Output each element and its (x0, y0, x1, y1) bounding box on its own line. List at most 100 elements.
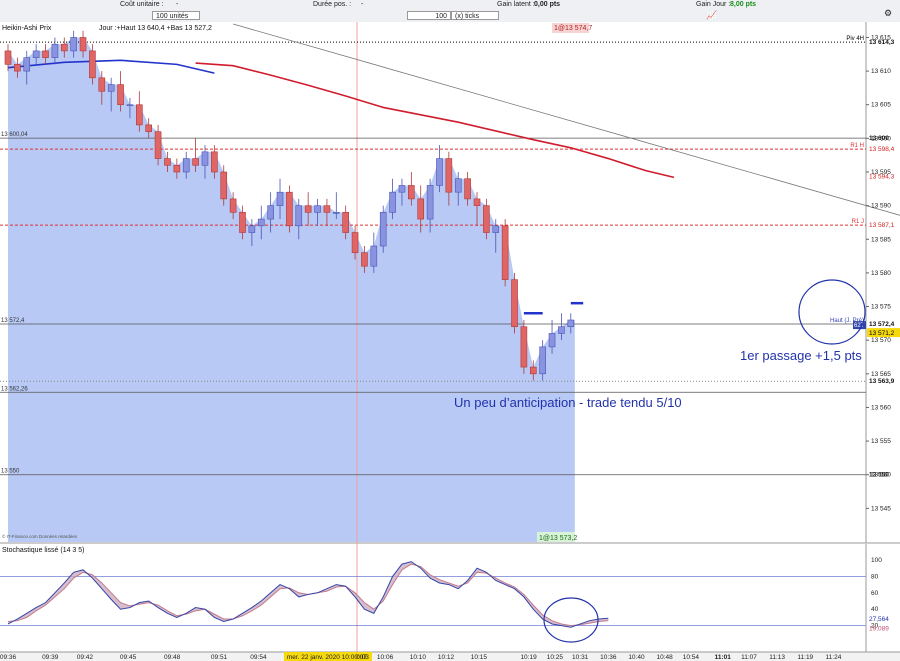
x-tick-label-4: 09:48 (164, 654, 181, 661)
candle-body-20 (192, 158, 199, 166)
level-left-label-5: 13 572,4 (1, 318, 25, 324)
candle-body-57 (539, 346, 546, 375)
stoch-tick-3: 40 (871, 606, 879, 613)
candle-body-26 (248, 225, 256, 233)
candle-body-30 (286, 191, 293, 227)
candle-body-28 (267, 205, 274, 220)
stochastic-title: Stochastique lissé (14 3 5) (2, 547, 85, 554)
candle-body-25 (239, 212, 246, 233)
x-tick-label-12: 10:15 (471, 654, 488, 661)
x-tick-label-20: 11:01 (715, 654, 732, 661)
trading-chart: Piv 4H 13 614,313 600,04 13 600R1 H 13 598,… (0, 22, 900, 661)
y-tick-label-6: 13 585 (871, 236, 891, 243)
x-tick-label-2: 09:42 (77, 654, 94, 661)
x-tick-label-16: 10:36 (600, 654, 617, 661)
candle-body-3 (32, 50, 40, 58)
gain-chart-icon: 📈 (706, 10, 718, 20)
x-tick-label-18: 10:48 (656, 654, 673, 661)
candle-body-23 (220, 171, 228, 200)
candle-body-51 (483, 205, 490, 233)
y-tick-label-10: 13 565 (871, 371, 891, 378)
y-tick-label-5: 13 590 (871, 203, 891, 210)
candle-body-38 (361, 252, 368, 267)
candle-body-55 (520, 326, 528, 368)
x-tick-label-10: 10:10 (410, 654, 427, 661)
y-tick-label-4: 13 595 (871, 169, 891, 176)
quantity-select[interactable]: 100 unités (152, 11, 200, 20)
last-price-tag: 13 571,2 (869, 330, 895, 337)
gain-jour-value: 8,00 pts (730, 1, 757, 8)
candle-body-45 (426, 185, 434, 220)
candle-body-40 (379, 212, 387, 247)
candle-body-32 (304, 205, 312, 213)
candle-body-12 (117, 84, 124, 106)
x-tick-label-8: 0:03 (356, 654, 369, 661)
candle-body-53 (501, 225, 509, 280)
y-tick-label-14: 13 545 (871, 505, 891, 512)
duree-value: - (361, 1, 364, 8)
settings-gear-icon[interactable]: ⚙ (884, 8, 892, 19)
stoch-k-line (7, 561, 609, 628)
ticks-unit-select[interactable]: (x) ticks (451, 11, 499, 20)
x-tick-label-13: 10:19 (520, 654, 537, 661)
x-tick-label-5: 09:51 (211, 654, 228, 661)
candle-body-37 (351, 232, 359, 254)
level-right-label-4: R1 J (852, 219, 864, 225)
candle-body-59 (558, 326, 565, 334)
y-tick-label-2: 13 605 (871, 102, 891, 109)
gain-latent-value: 0,00 pts (534, 1, 561, 8)
stoch-k-value: 27,564 (869, 616, 889, 623)
candle-body-27 (257, 218, 265, 227)
candle-body-2 (23, 57, 31, 72)
candle-body-4 (42, 50, 49, 58)
chart-day-info: Jour :+Haut 13 640,4 +Bas 13 527,2 (99, 25, 212, 32)
level-axis-label-4: 13 587,1 (869, 222, 895, 229)
x-tick-label-22: 11:13 (769, 654, 785, 661)
x-tick-label-24: 11:24 (826, 654, 842, 661)
level-right-label-0: Piv 4H (846, 36, 864, 42)
ticks-quantity-input[interactable]: 100 (407, 11, 451, 20)
candle-body-34 (323, 205, 331, 213)
x-tick-label-0: 09:36 (0, 654, 17, 661)
level-axis-label-5: 13 572,4 (869, 321, 895, 328)
candle-body-52 (492, 225, 500, 233)
stoch-d-value: 19,089 (869, 625, 889, 632)
bottom-badge: 1@13 573,2 (539, 535, 577, 542)
candle-body-21 (201, 151, 209, 166)
y-tick-label-11: 13 560 (871, 404, 891, 411)
x-tick-label-23: 11:19 (797, 654, 813, 661)
candle-body-22 (211, 151, 218, 173)
candle-body-10 (98, 77, 106, 92)
candle-body-36 (342, 212, 349, 233)
level-left-label-1: 13 600,04 (1, 132, 28, 138)
candle-body-14 (136, 104, 143, 126)
candle-body-49 (464, 178, 471, 200)
candle-body-0 (4, 50, 12, 65)
y-tick-label-7: 13 580 (871, 270, 891, 277)
x-tick-label-9: 10:06 (377, 654, 394, 661)
candle-body-5 (51, 43, 59, 58)
candle-body-46 (436, 158, 443, 186)
annotation-anticipation: Un peu d’anticipation - trade tendu 5/10 (454, 395, 682, 410)
stoch-tick-1: 80 (871, 573, 879, 580)
stoch-tick-2: 60 (871, 590, 879, 597)
level-left-label-7: 13 562,26 (1, 386, 28, 392)
candle-body-54 (511, 279, 518, 328)
x-tick-label-1: 09:39 (42, 654, 59, 661)
candle-body-8 (79, 37, 87, 52)
candle-body-43 (408, 185, 415, 200)
x-tick-label-19: 10:54 (683, 654, 700, 661)
y-tick-label-1: 13 610 (871, 68, 891, 75)
candle-body-33 (314, 205, 321, 213)
header-badge: 1@13 574,7 (554, 25, 592, 32)
candle-body-24 (229, 198, 237, 213)
level-right-label-2: R1 H (850, 143, 864, 149)
x-tick-label-6: 09:54 (250, 654, 267, 661)
cout-label: Coût unitaire : (120, 1, 164, 8)
candle-body-15 (145, 124, 152, 132)
candle-body-47 (445, 158, 453, 193)
x-tick-label-21: 11:07 (741, 654, 757, 661)
data-source-note: © IT-Finance.com Données retardées (2, 533, 78, 539)
gain-latent-label: Gain latent : (497, 1, 535, 8)
candle-body-1 (14, 64, 21, 72)
